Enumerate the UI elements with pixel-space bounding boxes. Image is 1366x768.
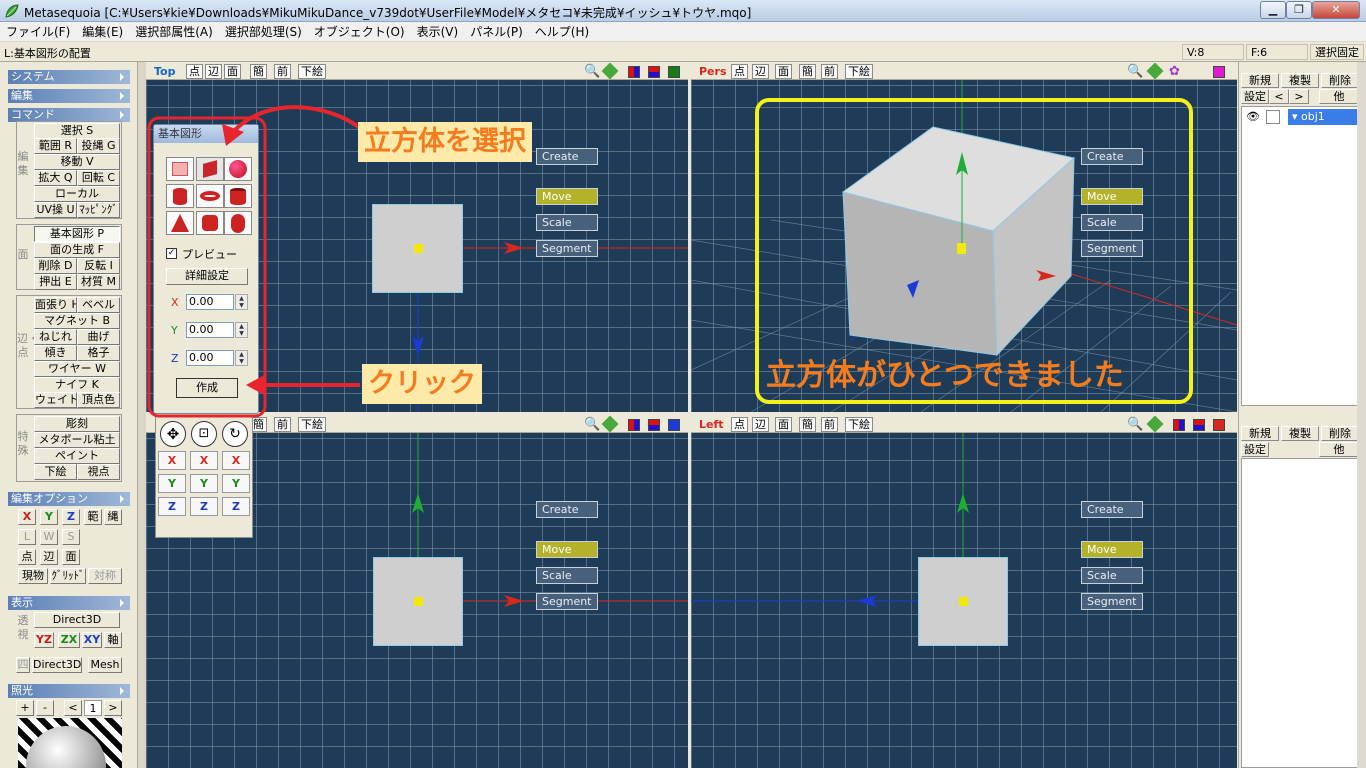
annotation-click: クリック xyxy=(362,364,482,404)
annotation-overlay xyxy=(147,98,1193,418)
annotation-select-cube: 立方体を選択 xyxy=(358,122,532,162)
annotation-cube-created: 立方体がひとつできました xyxy=(766,358,1124,393)
